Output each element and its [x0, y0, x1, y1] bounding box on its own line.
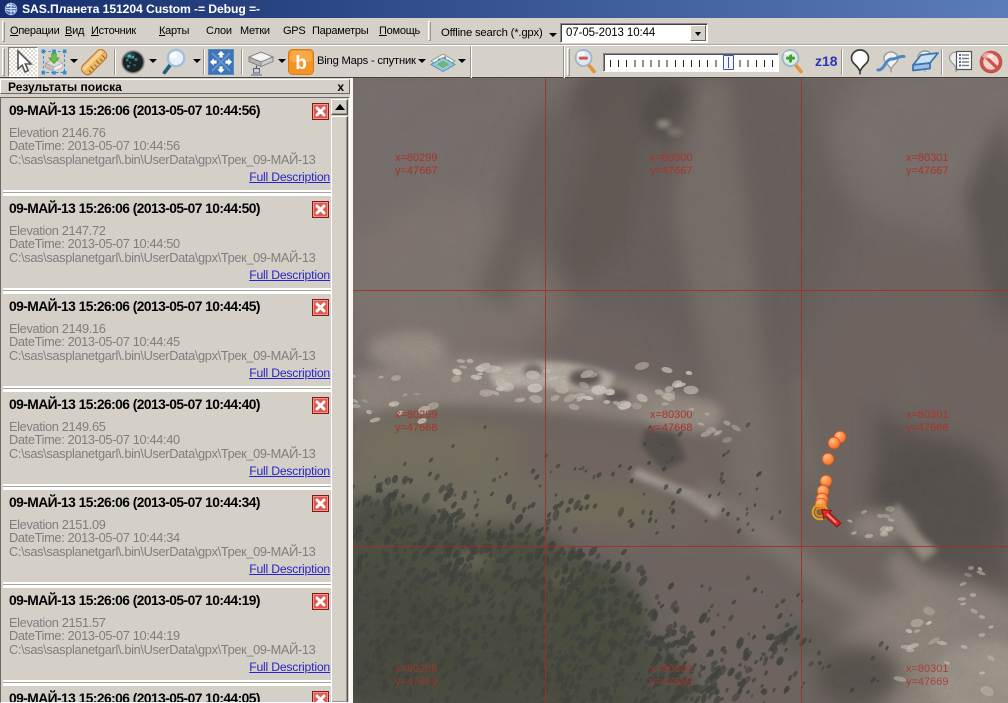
svg-text:x=80299: x=80299: [395, 663, 438, 675]
svg-text:x=80299: x=80299: [395, 409, 438, 421]
svg-text:x=80300: x=80300: [650, 663, 693, 675]
svg-text:y=47667: y=47667: [650, 165, 693, 177]
svg-text:y=47669: y=47669: [906, 676, 949, 688]
svg-text:y=47669: y=47669: [395, 676, 438, 688]
svg-text:x=80301: x=80301: [906, 409, 949, 421]
svg-text:y=47669: y=47669: [650, 676, 693, 688]
svg-text:y=47667: y=47667: [395, 165, 438, 177]
svg-text:y=47667: y=47667: [906, 165, 949, 177]
svg-text:x=80300: x=80300: [650, 409, 693, 421]
svg-text:x=80301: x=80301: [906, 152, 949, 164]
svg-text:x=80300: x=80300: [650, 152, 693, 164]
svg-text:y=47668: y=47668: [650, 422, 693, 434]
svg-text:x=80299: x=80299: [395, 152, 438, 164]
svg-text:b: b: [295, 53, 307, 74]
svg-text:x=80301: x=80301: [906, 663, 949, 675]
svg-text:y=47668: y=47668: [906, 422, 949, 434]
svg-text:y=47668: y=47668: [395, 422, 438, 434]
